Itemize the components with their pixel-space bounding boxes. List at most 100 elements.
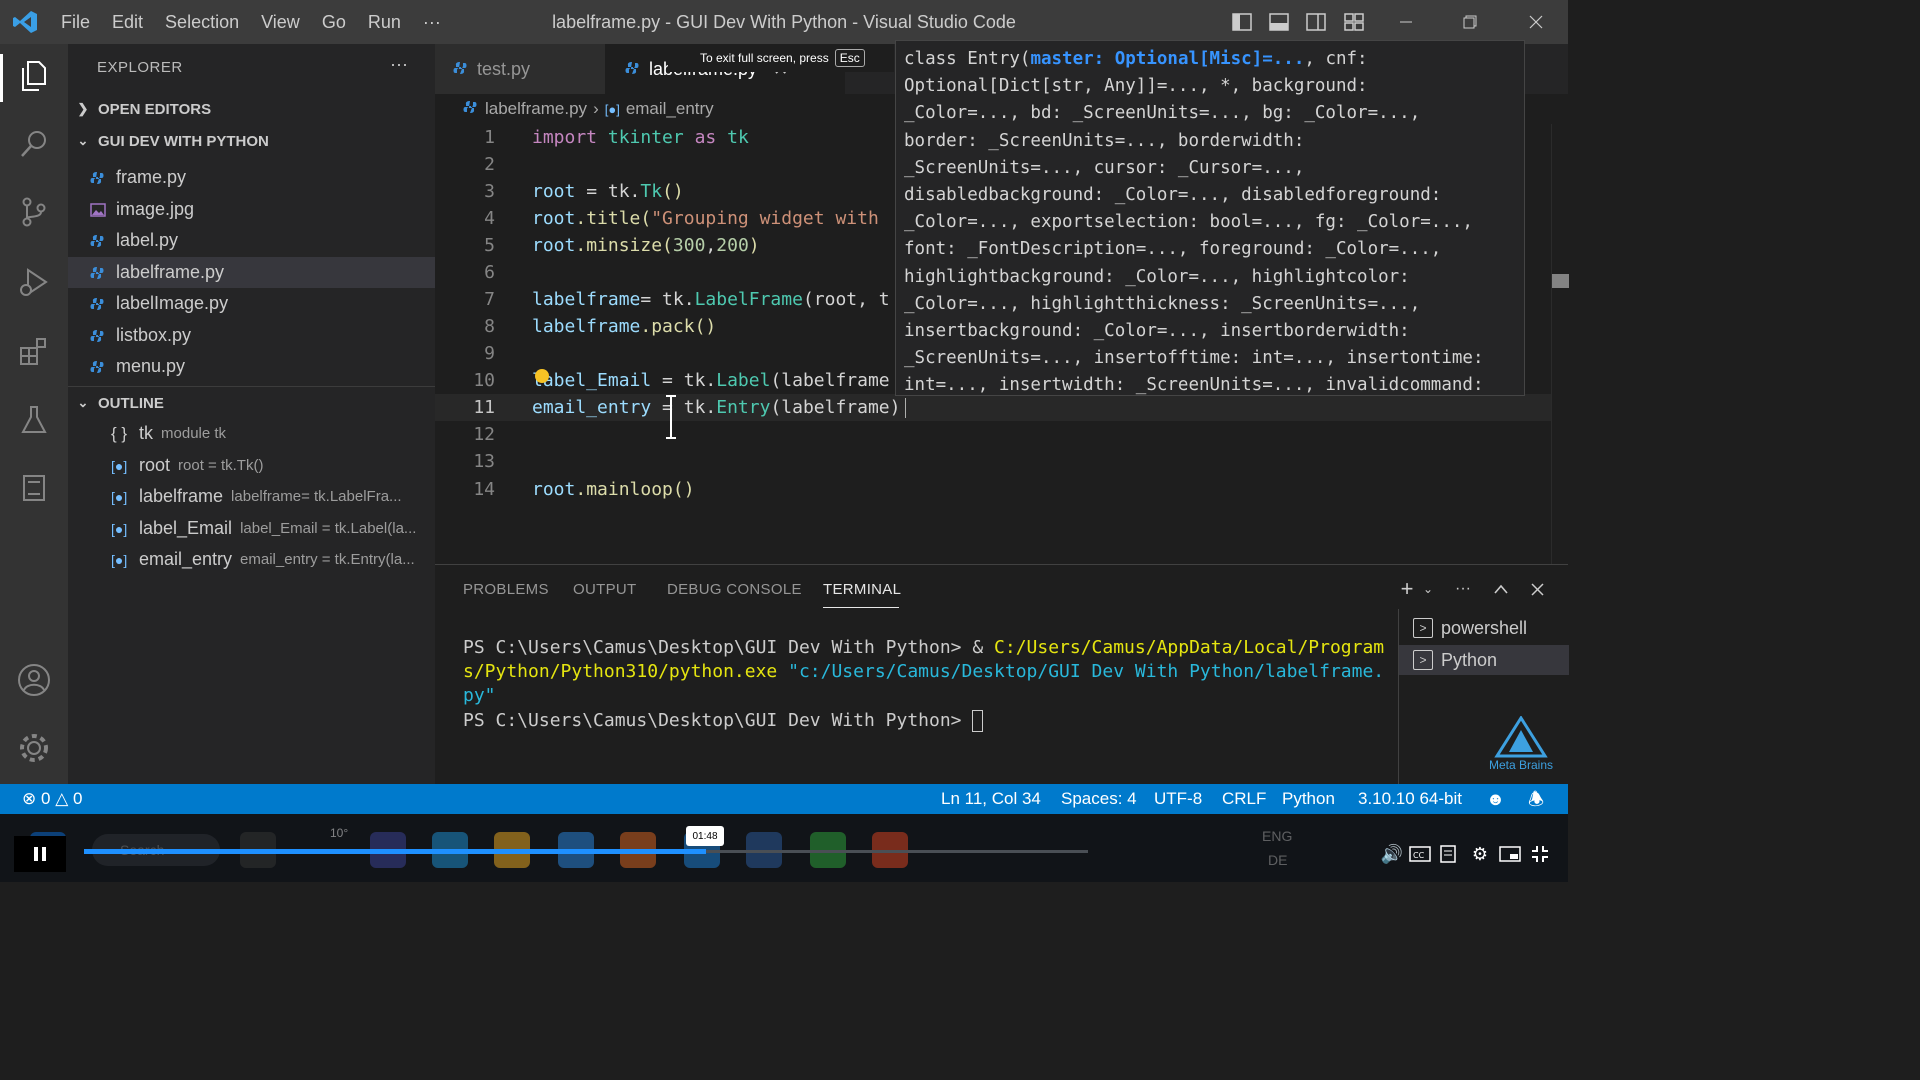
- new-terminal-icon[interactable]: +: [1395, 576, 1419, 601]
- feedback-icon[interactable]: ☻: [1486, 784, 1505, 814]
- settings-gear-icon[interactable]: ⚙: [1468, 842, 1492, 866]
- menu-run[interactable]: Run: [357, 0, 412, 44]
- indentation[interactable]: Spaces: 4: [1061, 784, 1137, 814]
- outline-item-labelframe[interactable]: [●] labelframe labelframe= tk.LabelFra..…: [68, 481, 435, 512]
- testing-icon[interactable]: [14, 400, 54, 440]
- accounts-icon[interactable]: [14, 660, 54, 700]
- outline-section[interactable]: ⌄ OUTLINE: [68, 388, 435, 418]
- source-control-icon[interactable]: [14, 192, 54, 232]
- menu-view[interactable]: View: [250, 0, 311, 44]
- explorer-more-button[interactable]: ···: [390, 54, 408, 75]
- line-number: 2: [484, 154, 495, 175]
- explorer-sidebar: EXPLORER ··· ❯ OPEN EDITORS ⌄ GUI DEV WI…: [68, 44, 435, 784]
- file-frame-py[interactable]: frame.py: [68, 162, 435, 193]
- explorer-icon[interactable]: [14, 56, 54, 96]
- code-token: LabelFrame: [694, 289, 803, 310]
- minimize-icon[interactable]: [1392, 0, 1420, 44]
- code-token: label_Email: [532, 370, 652, 391]
- menu-more[interactable]: ···: [412, 0, 452, 44]
- toggle-primary-sidebar-icon[interactable]: [1230, 0, 1254, 44]
- breadcrumb-file[interactable]: labelframe.py: [485, 99, 587, 119]
- file-image-jpg[interactable]: image.jpg: [68, 194, 435, 225]
- exit-fullscreen-icon[interactable]: [1528, 842, 1552, 866]
- python-file-icon: [90, 329, 116, 343]
- tab-problems[interactable]: PROBLEMS: [463, 581, 549, 598]
- captions-icon[interactable]: CC: [1408, 842, 1432, 866]
- code-token: root: [532, 479, 576, 500]
- breadcrumb-symbol[interactable]: email_entry: [626, 99, 714, 119]
- tab-test-py[interactable]: test.py: [435, 44, 605, 94]
- open-editors-label: OPEN EDITORS: [98, 100, 212, 118]
- terminal-python[interactable]: > Python: [1399, 645, 1569, 675]
- file-menu-py[interactable]: menu.py: [68, 351, 435, 382]
- encoding[interactable]: UTF-8: [1154, 784, 1202, 814]
- hover-highlight: master: Optional[Misc]=...: [1030, 49, 1305, 69]
- python-interpreter[interactable]: 3.10.10 64-bit: [1358, 784, 1462, 814]
- terminal-line[interactable]: PS C:\Users\Camus\Desktop\GUI Dev With P…: [463, 710, 984, 732]
- fullscreen-hint: To exit full screen, press Esc: [668, 44, 894, 72]
- file-listbox-py[interactable]: listbox.py: [68, 320, 435, 351]
- outline-detail: label_Email = tk.Label(la...: [240, 520, 417, 537]
- maximize-panel-icon[interactable]: [1489, 577, 1513, 601]
- tab-label: test.py: [477, 58, 531, 79]
- hover-text: highlightbackground: _Color=..., highlig…: [904, 266, 1410, 287]
- terminal-name: powershell: [1441, 617, 1528, 638]
- tab-output[interactable]: OUTPUT: [573, 581, 636, 598]
- picture-in-picture-icon[interactable]: [1498, 842, 1522, 866]
- code-token: tkinter: [607, 127, 684, 148]
- python-file-icon: [90, 297, 116, 311]
- file-labelimage-py[interactable]: labelImage.py: [68, 288, 435, 319]
- folder-section[interactable]: ⌄ GUI DEV WITH PYTHON: [68, 126, 435, 156]
- line-number: 8: [484, 316, 495, 337]
- pause-button[interactable]: [14, 836, 66, 872]
- transcript-icon[interactable]: [1438, 842, 1462, 866]
- code-line: 12: [435, 421, 1555, 448]
- extensions-icon[interactable]: [14, 332, 54, 372]
- restore-icon[interactable]: [1456, 0, 1484, 44]
- panel-more-icon[interactable]: ···: [1451, 577, 1475, 601]
- outline-item-tk[interactable]: { } tk module tk: [68, 418, 435, 449]
- title-bar: File Edit Selection View Go Run ··· labe…: [0, 0, 1568, 44]
- problems-status[interactable]: ⊗ 0 △ 0: [22, 784, 82, 814]
- menu-go[interactable]: Go: [311, 0, 357, 44]
- manage-gear-icon[interactable]: [14, 728, 54, 768]
- outline-item-label-email[interactable]: [●] label_Email label_Email = tk.Label(l…: [68, 513, 435, 544]
- outline-detail: module tk: [161, 425, 227, 442]
- hover-text: , cnf:: [1304, 49, 1368, 69]
- menu-selection[interactable]: Selection: [154, 0, 250, 44]
- editor-scrollbar[interactable]: [1551, 124, 1569, 564]
- lightbulb-icon[interactable]: [535, 369, 549, 383]
- file-label-py[interactable]: label.py: [68, 225, 435, 256]
- cursor-position[interactable]: Ln 11, Col 34: [941, 784, 1041, 814]
- terminal-line: PS C:\Users\Camus\Desktop\GUI Dev With P…: [463, 637, 1384, 658]
- terminal-dropdown-icon[interactable]: ⌄: [1419, 577, 1437, 601]
- volume-icon[interactable]: 🔊: [1380, 842, 1404, 866]
- search-icon[interactable]: [14, 124, 54, 164]
- toggle-secondary-sidebar-icon[interactable]: [1304, 0, 1328, 44]
- line-number: 13: [473, 451, 495, 472]
- outline-item-email-entry[interactable]: [●] email_entry email_entry = tk.Entry(l…: [68, 544, 435, 575]
- hover-text: int=..., insertwidth: _ScreenUnits=..., …: [904, 375, 1484, 396]
- run-debug-icon[interactable]: [14, 262, 54, 302]
- tab-debug-console[interactable]: DEBUG CONSOLE: [667, 581, 802, 598]
- open-editors-section[interactable]: ❯ OPEN EDITORS: [68, 94, 435, 124]
- chevron-right-icon: ›: [593, 99, 599, 118]
- outline-label: OUTLINE: [98, 394, 164, 412]
- menu-edit[interactable]: Edit: [101, 0, 154, 44]
- vscode-logo-icon[interactable]: [0, 0, 50, 44]
- toggle-panel-icon[interactable]: [1267, 0, 1291, 44]
- scrollbar-thumb[interactable]: [1552, 274, 1569, 288]
- file-labelframe-py[interactable]: labelframe.py: [68, 257, 435, 288]
- code-token: = tk.: [640, 289, 695, 310]
- notifications-bell-icon[interactable]: 🕭: [1528, 784, 1544, 814]
- close-panel-icon[interactable]: [1525, 577, 1549, 601]
- outline-item-root[interactable]: [●] root root = tk.Tk(): [68, 450, 435, 481]
- tab-terminal[interactable]: TERMINAL: [823, 581, 901, 598]
- close-window-icon[interactable]: [1522, 0, 1550, 44]
- terminal-powershell[interactable]: > powershell: [1399, 613, 1569, 643]
- menu-file[interactable]: File: [50, 0, 101, 44]
- end-of-line[interactable]: CRLF: [1222, 784, 1266, 814]
- customize-layout-icon[interactable]: [1342, 0, 1366, 44]
- remote-explorer-icon[interactable]: [14, 468, 54, 508]
- language-mode[interactable]: Python: [1282, 784, 1335, 814]
